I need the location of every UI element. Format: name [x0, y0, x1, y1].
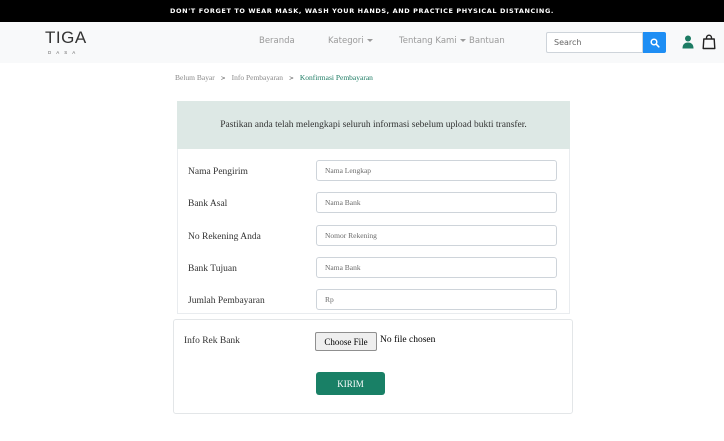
origin-bank-label: Bank Asal [188, 199, 228, 209]
nav-link-home[interactable]: Beranda [259, 36, 295, 46]
payment-amount-input[interactable] [316, 289, 557, 310]
navbar: TIGA DASA Beranda Kategori Tentang Kami … [0, 22, 724, 63]
notice-banner: Pastikan anda telah melengkapi seluruh i… [177, 101, 570, 149]
brand-logo[interactable]: TIGA DASA [45, 28, 95, 58]
user-icon[interactable] [682, 35, 694, 49]
origin-bank-input[interactable] [316, 192, 557, 213]
breadcrumb-step-confirmation: Konfirmasi Pembayaran [299, 73, 373, 82]
destination-bank-input[interactable] [316, 257, 557, 278]
brand-name: TIGA [45, 28, 87, 47]
announcement-bar: DON'T FORGET TO WEAR MASK, WASH YOUR HAN… [0, 0, 724, 22]
breadcrumb-separator: > [288, 75, 294, 82]
payment-amount-label: Jumlah Pembayaran [188, 296, 265, 306]
destination-bank-label: Bank Tujuan [188, 264, 237, 274]
brand-tagline: DASA [48, 50, 81, 55]
shopping-bag-icon[interactable] [702, 34, 716, 50]
nav-link-category[interactable]: Kategori [328, 36, 373, 46]
nav-link-help[interactable]: Bantuan [469, 36, 505, 46]
nav-link-category-label: Kategori [328, 36, 364, 46]
account-number-label: No Rekening Anda [188, 232, 261, 242]
file-status-text: No file chosen [380, 335, 436, 345]
breadcrumb-step-payment-info[interactable]: Info Pembayaran [232, 73, 283, 82]
search-icon [649, 37, 660, 48]
nav-link-about[interactable]: Tentang Kami [399, 36, 466, 46]
sender-name-input[interactable] [316, 160, 557, 181]
announcement-text: DON'T FORGET TO WEAR MASK, WASH YOUR HAN… [170, 7, 554, 15]
breadcrumb-step-unpaid[interactable]: Belum Bayar [175, 73, 215, 82]
search-input[interactable] [546, 32, 643, 53]
breadcrumb-separator: > [220, 75, 226, 82]
sender-name-label: Nama Pengirim [188, 167, 248, 177]
search-button[interactable] [643, 32, 666, 53]
bank-info-upload-label: Info Rek Bank [184, 336, 240, 346]
breadcrumb: Belum Bayar > Info Pembayaran > Konfirma… [175, 73, 373, 82]
choose-file-button[interactable]: Choose File [315, 332, 377, 351]
chevron-down-icon [459, 39, 466, 42]
nav-link-about-label: Tentang Kami [399, 36, 457, 46]
account-number-input[interactable] [316, 225, 557, 246]
submit-button[interactable]: KIRIM [316, 372, 385, 395]
notice-text: Pastikan anda telah melengkapi seluruh i… [220, 120, 527, 130]
chevron-down-icon [366, 39, 373, 42]
